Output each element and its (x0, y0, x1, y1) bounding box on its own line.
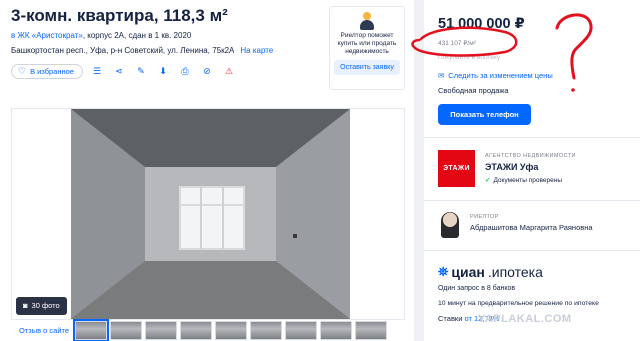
divider (424, 250, 640, 251)
agency-logo[interactable]: ЭТАЖИ (438, 150, 475, 187)
mortgage-hint[interactable]: Покупайте в ипотеку (438, 54, 500, 61)
show-phone-button[interactable]: Показать телефон (438, 104, 531, 125)
agency-verified: ✔ Документы проверены (485, 176, 563, 185)
main-photo[interactable] (71, 109, 350, 319)
envelope-icon: ✉ (438, 71, 445, 80)
thumbnail[interactable] (355, 321, 387, 340)
gallery-thumbnail-bar: Отзыв о сайте (11, 319, 405, 341)
address-text: Башкортостан респ., Уфа, р-н Советский, … (11, 46, 235, 55)
divider (424, 137, 640, 138)
edit-icon[interactable]: ✎ (133, 64, 149, 79)
cian-ipoteka-logo: ⛯ циан .ипотека (438, 264, 543, 280)
share-icon[interactable]: ⋖ (111, 64, 127, 79)
thumbnail[interactable] (73, 319, 109, 341)
divider (424, 200, 640, 201)
rates-prefix: Ставки (438, 314, 463, 323)
cian-line-banks: Один запрос в 8 банков (438, 285, 516, 292)
download-icon[interactable]: ⬇ (155, 64, 171, 79)
sale-type: Свободная продажа (438, 86, 509, 95)
warning-icon[interactable]: ⚠ (221, 64, 237, 79)
watch-price-label: Следить за изменением цены (448, 71, 553, 80)
watch-price-link[interactable]: ✉ Следить за изменением цены (438, 71, 553, 80)
action-row: ♡ В избранное ☰ ⋖ ✎ ⬇ ⎙ ⊘ ⚠ (11, 63, 237, 79)
verified-label: Документы проверены (493, 176, 563, 184)
complex-line: в ЖК «Аристократ», корпус 2А, сдан в 1 к… (11, 31, 191, 40)
agency-caption: АГЕНТСТВО НЕДВИЖИМОСТИ (485, 153, 576, 159)
complex-link[interactable]: в ЖК «Аристократ» (11, 31, 83, 40)
avatar[interactable] (441, 212, 459, 238)
thumbnail[interactable] (215, 321, 247, 340)
agency-name[interactable]: ЭТАЖИ Уфа (485, 162, 538, 172)
cian-line-decision: 10 минут на предварительное решение по и… (438, 300, 599, 307)
photo-count-badge[interactable]: ◙ 30 фото (16, 297, 67, 315)
heart-icon: ♡ (18, 65, 27, 76)
cian-logo-icon: ⛯ (438, 264, 449, 279)
thumbnail[interactable] (145, 321, 177, 340)
photo-count-label: 30 фото (31, 301, 60, 310)
listing-title: 3-комн. квартира, 118,3 м² (11, 6, 228, 25)
leave-request-button[interactable]: Оставить заявку (334, 60, 400, 75)
price-panel: 51 000 000 ₽ 431 107 ₽/м² Покупайте в ип… (424, 0, 640, 341)
watermark: YAPLAKAL.COM (478, 313, 572, 325)
compare-icon[interactable]: ☰ (89, 64, 105, 79)
cian-brand: циан (451, 264, 485, 280)
thumbnail[interactable] (250, 321, 282, 340)
realtor-name[interactable]: Абдрашитова Маргарита Раяновна (470, 223, 593, 232)
complex-details: , корпус 2А, сдан в 1 кв. 2020 (82, 31, 192, 40)
thumbnail[interactable] (110, 321, 142, 340)
price-per-m2: 431 107 ₽/м² (438, 40, 476, 47)
thumbnail[interactable] (285, 321, 317, 340)
price: 51 000 000 ₽ (438, 16, 525, 32)
favorite-button[interactable]: ♡ В избранное (11, 63, 83, 79)
cian-sub: .ипотека (487, 264, 543, 280)
thumbnail-strip (73, 319, 387, 341)
thumbnail[interactable] (180, 321, 212, 340)
print-icon[interactable]: ⎙ (177, 64, 193, 79)
realtor-promo-card: Риелтор поможет купить или продать недви… (329, 6, 405, 90)
favorite-label: В избранное (30, 66, 74, 76)
thumbnail[interactable] (320, 321, 352, 340)
realtor-promo-text: Риелтор поможет купить или продать недви… (337, 32, 397, 55)
listing-panel: 3-комн. квартира, 118,3 м² в ЖК «Аристок… (0, 0, 414, 341)
address: Башкортостан респ., Уфа, р-н Советский, … (11, 46, 273, 55)
hide-icon[interactable]: ⊘ (199, 64, 215, 79)
map-link[interactable]: На карте (240, 46, 273, 55)
camera-icon: ◙ (23, 301, 28, 310)
site-review-link[interactable]: Отзыв о сайте (11, 326, 75, 335)
check-icon: ✔ (485, 177, 491, 184)
realtor-caption: РИЕЛТОР (470, 214, 499, 220)
photo-gallery[interactable] (11, 108, 405, 320)
realtor-person-icon (359, 12, 375, 30)
